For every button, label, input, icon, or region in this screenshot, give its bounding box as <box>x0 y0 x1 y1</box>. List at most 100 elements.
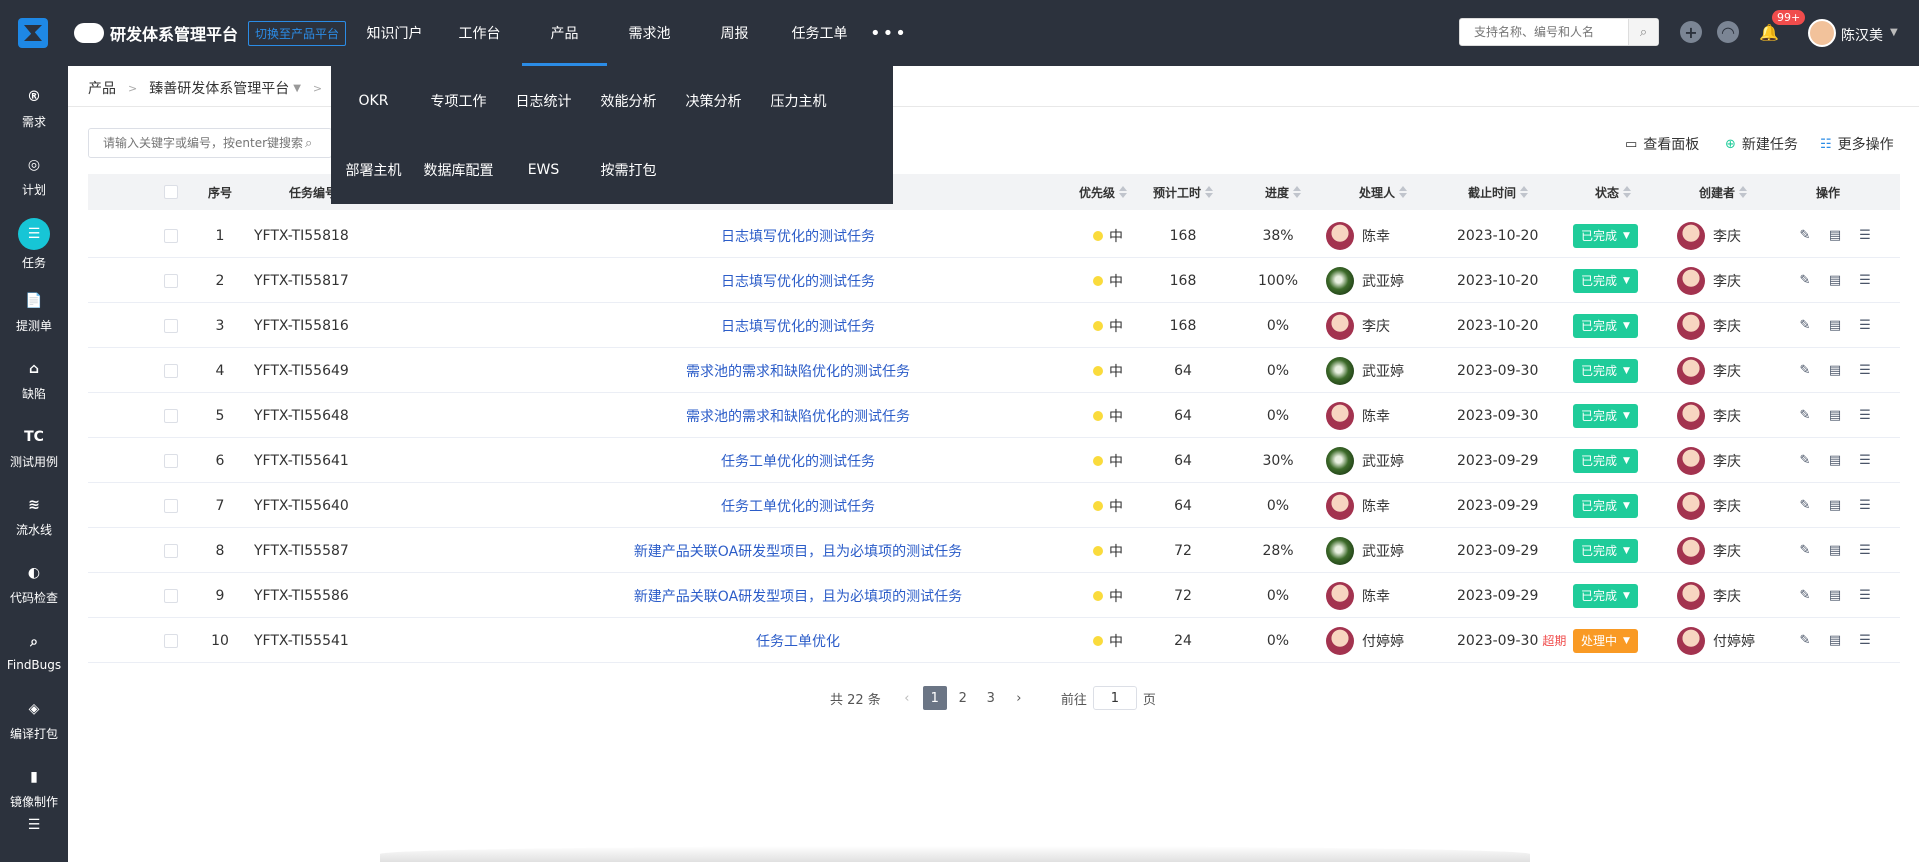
menu-icon[interactable]: ☰ <box>1857 408 1873 424</box>
status-dropdown[interactable]: 处理中 ▼ <box>1573 628 1638 653</box>
menu-icon[interactable]: ☰ <box>1857 228 1873 244</box>
sidebar-item-test-case[interactable]: TC 测试用例 <box>0 414 68 482</box>
row-checkbox[interactable] <box>156 303 186 348</box>
sidebar-item-code-check[interactable]: ◐ 代码检查 <box>0 550 68 618</box>
task-search-input[interactable] <box>89 130 305 156</box>
headset-icon[interactable]: ◠ <box>1717 21 1739 43</box>
table-row[interactable]: 6 YFTX-TI55641 任务工单优化的测试任务 中 64 30% 武亚婷 … <box>88 438 1900 483</box>
menu-icon[interactable]: ☰ <box>1857 633 1873 649</box>
page-1[interactable]: 1 <box>922 686 947 710</box>
sidebar-item-pipeline[interactable]: ≋ 流水线 <box>0 482 68 550</box>
global-search-input[interactable] <box>1460 20 1628 44</box>
user-avatar[interactable] <box>1808 19 1836 47</box>
sidebar-item-findbugs[interactable]: ⌕ FindBugs <box>0 618 68 686</box>
row-checkbox[interactable] <box>156 213 186 258</box>
edit-icon[interactable]: ✎ <box>1797 228 1813 244</box>
row-checkbox[interactable] <box>156 618 186 663</box>
edit-icon[interactable]: ✎ <box>1797 408 1813 424</box>
page-3[interactable]: 3 <box>979 686 1003 710</box>
menu-icon[interactable]: ☰ <box>1857 543 1873 559</box>
status-dropdown[interactable]: 已完成 ▼ <box>1573 268 1638 293</box>
header-deadline[interactable]: 截止时间 <box>1438 174 1558 210</box>
row-checkbox[interactable] <box>156 438 186 483</box>
status-dropdown[interactable]: 已完成 ▼ <box>1573 313 1638 338</box>
menu-item-decision-analysis[interactable]: 决策分析 <box>671 81 756 121</box>
table-row[interactable]: 9 YFTX-TI55586 新建产品关联OA研发型项目，且为必填项的测试任务 … <box>88 573 1900 618</box>
task-name-link[interactable]: 需求池的需求和缺陷优化的测试任务 <box>686 406 910 426</box>
task-name-link[interactable]: 新建产品关联OA研发型项目，且为必填项的测试任务 <box>634 541 962 561</box>
menu-item-stress-host[interactable]: 压力主机 <box>756 81 841 121</box>
status-dropdown[interactable]: 已完成 ▼ <box>1573 403 1638 428</box>
goto-page-input[interactable] <box>1092 686 1137 710</box>
sort-icon[interactable] <box>1205 186 1213 198</box>
menu-icon[interactable]: ☰ <box>1857 498 1873 514</box>
sidebar-item-more[interactable]: ☰ <box>0 808 68 848</box>
nav-requirement-pool[interactable]: 需求池 <box>607 0 692 66</box>
add-icon[interactable]: + <box>1680 21 1702 43</box>
sort-icon[interactable] <box>1623 186 1631 198</box>
user-name[interactable]: 陈汉美 <box>1841 25 1883 45</box>
sort-icon[interactable] <box>1739 186 1747 198</box>
header-status[interactable]: 状态 <box>1568 174 1658 210</box>
status-dropdown[interactable]: 已完成 ▼ <box>1573 448 1638 473</box>
header-creator[interactable]: 创建者 <box>1668 174 1778 210</box>
log-icon[interactable]: ▤ <box>1827 408 1843 424</box>
sort-icon[interactable] <box>1293 186 1301 198</box>
log-icon[interactable]: ▤ <box>1827 228 1843 244</box>
table-row[interactable]: 8 YFTX-TI55587 新建产品关联OA研发型项目，且为必填项的测试任务 … <box>88 528 1900 573</box>
row-checkbox[interactable] <box>156 348 186 393</box>
switch-platform-button[interactable]: 切换至产品平台 <box>248 20 347 46</box>
row-checkbox[interactable] <box>156 393 186 438</box>
row-checkbox[interactable] <box>156 258 186 303</box>
nav-knowledge-portal[interactable]: 知识门户 <box>352 0 437 66</box>
view-panel-button[interactable]: ▭ 查看面板 <box>1625 134 1699 154</box>
menu-icon[interactable]: ☰ <box>1857 273 1873 289</box>
row-checkbox[interactable] <box>156 573 186 618</box>
log-icon[interactable]: ▤ <box>1827 498 1843 514</box>
task-name-link[interactable]: 新建产品关联OA研发型项目，且为必填项的测试任务 <box>634 586 962 606</box>
menu-item-efficiency-analysis[interactable]: 效能分析 <box>586 81 671 121</box>
row-checkbox[interactable] <box>156 483 186 528</box>
sidebar-item-test-submission[interactable]: 📄 提测单 <box>0 278 68 346</box>
task-name-link[interactable]: 任务工单优化的测试任务 <box>721 496 875 516</box>
log-icon[interactable]: ▤ <box>1827 453 1843 469</box>
menu-icon[interactable]: ☰ <box>1857 588 1873 604</box>
table-row[interactable]: 5 YFTX-TI55648 需求池的需求和缺陷优化的测试任务 中 64 0% … <box>88 393 1900 438</box>
caret-down-icon[interactable]: ▼ <box>293 83 301 94</box>
edit-icon[interactable]: ✎ <box>1797 633 1813 649</box>
sidebar-item-requirement[interactable]: ® 需求 <box>0 74 68 142</box>
edit-icon[interactable]: ✎ <box>1797 498 1813 514</box>
status-dropdown[interactable]: 已完成 ▼ <box>1573 493 1638 518</box>
table-row[interactable]: 7 YFTX-TI55640 任务工单优化的测试任务 中 64 0% 陈幸 20… <box>88 483 1900 528</box>
table-row[interactable]: 1 YFTX-TI55818 日志填写优化的测试任务 中 168 38% 陈幸 … <box>88 213 1900 258</box>
log-icon[interactable]: ▤ <box>1827 273 1843 289</box>
header-estimated-hours[interactable]: 预计工时 <box>1138 174 1228 210</box>
more-operations-button[interactable]: ☷ 更多操作 <box>1820 134 1894 154</box>
search-icon[interactable]: ⌕ <box>1628 19 1658 45</box>
table-row[interactable]: 10 YFTX-TI55541 任务工单优化 中 24 0% 付婷婷 2023-… <box>88 618 1900 663</box>
sort-icon[interactable] <box>1520 186 1528 198</box>
sort-icon[interactable] <box>1119 186 1127 198</box>
search-icon[interactable]: ⌕ <box>305 136 331 151</box>
edit-icon[interactable]: ✎ <box>1797 588 1813 604</box>
sidebar-item-build-package[interactable]: ◈ 编译打包 <box>0 686 68 754</box>
menu-icon[interactable]: ☰ <box>1857 363 1873 379</box>
sidebar-item-defect[interactable]: ⌂ 缺陷 <box>0 346 68 414</box>
menu-icon[interactable]: ☰ <box>1857 453 1873 469</box>
edit-icon[interactable]: ✎ <box>1797 273 1813 289</box>
menu-item-ews[interactable]: EWS <box>501 150 586 190</box>
sort-icon[interactable] <box>1399 186 1407 198</box>
log-icon[interactable]: ▤ <box>1827 318 1843 334</box>
status-dropdown[interactable]: 已完成 ▼ <box>1573 223 1638 248</box>
log-icon[interactable]: ▤ <box>1827 363 1843 379</box>
row-checkbox[interactable] <box>156 528 186 573</box>
breadcrumb-item-platform[interactable]: 臻善研发体系管理平台 <box>149 78 289 98</box>
nav-more-icon[interactable]: ••• <box>870 23 908 44</box>
log-icon[interactable]: ▤ <box>1827 543 1843 559</box>
prev-page-icon[interactable]: ‹ <box>895 686 919 710</box>
task-name-link[interactable]: 任务工单优化的测试任务 <box>721 451 875 471</box>
status-dropdown[interactable]: 已完成 ▼ <box>1573 358 1638 383</box>
next-page-icon[interactable]: › <box>1007 686 1031 710</box>
menu-item-special-work[interactable]: 专项工作 <box>416 81 501 121</box>
menu-item-deploy-host[interactable]: 部署主机 <box>331 150 416 190</box>
